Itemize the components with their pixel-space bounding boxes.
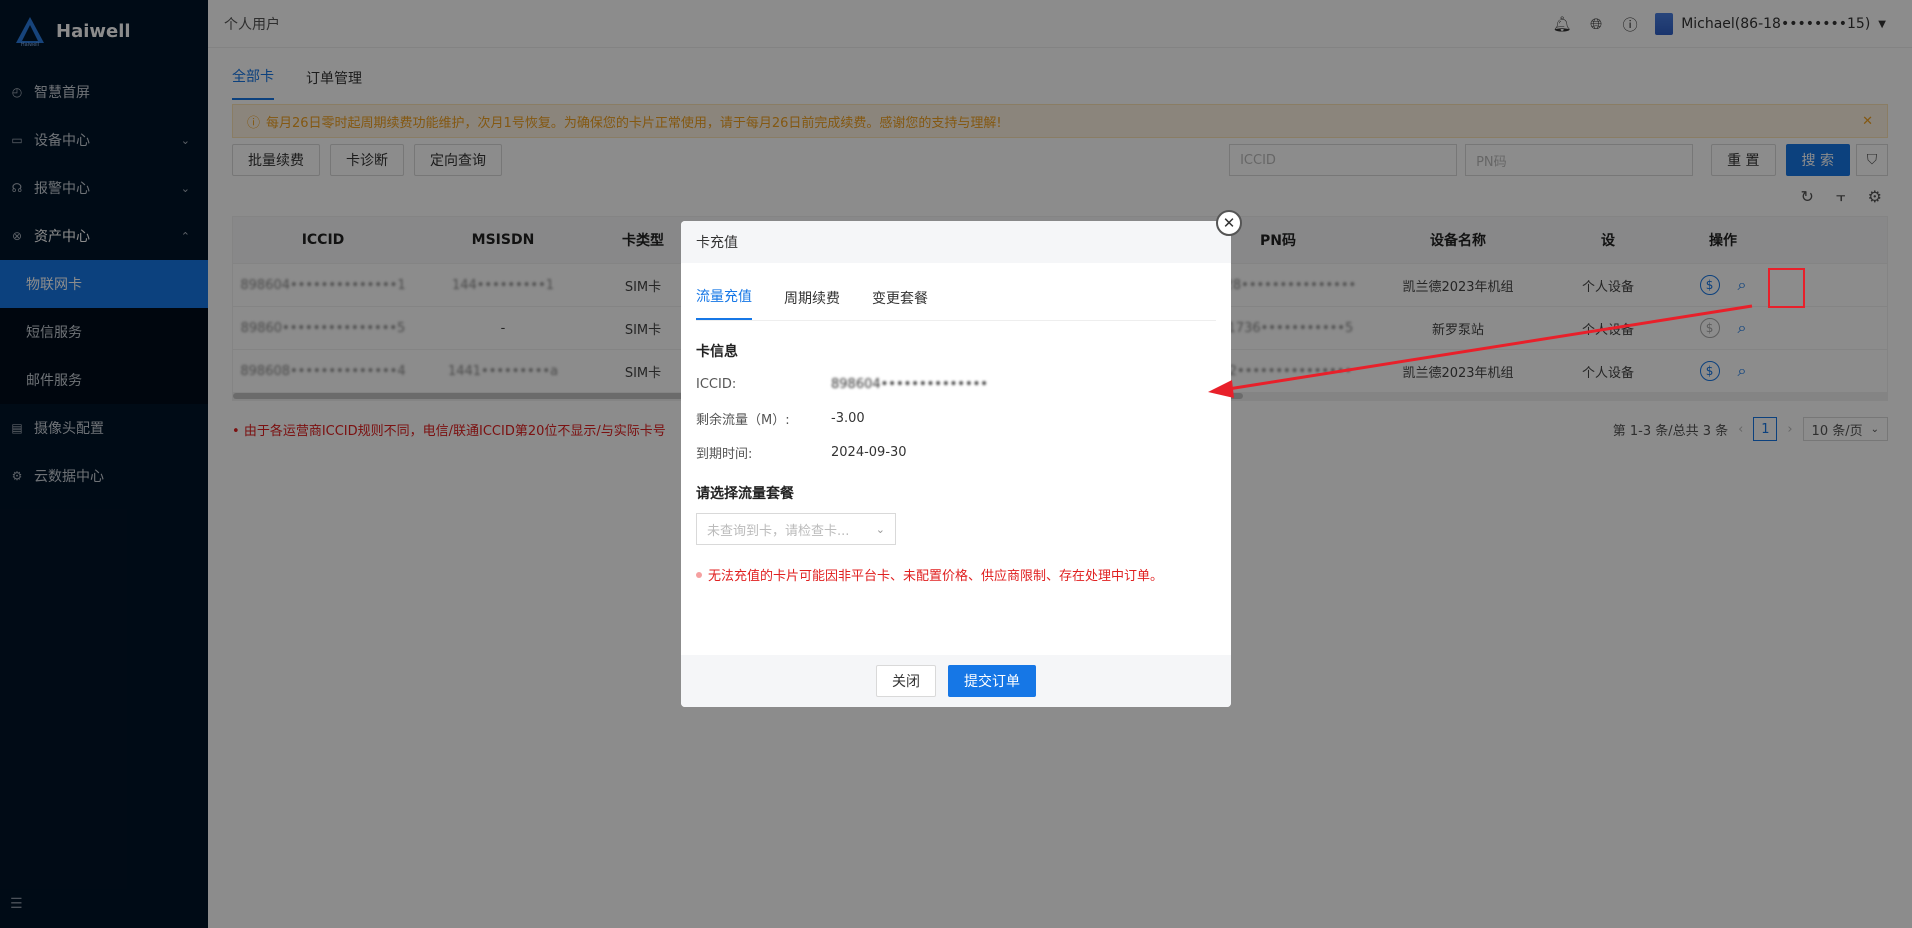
highlight-box bbox=[1768, 268, 1805, 308]
error-dot bbox=[696, 571, 702, 578]
recharge-modal: 卡充值 流量充值 周期续费 变更套餐 卡信息 ICCID: 898604••••… bbox=[681, 221, 1231, 707]
iccid-label: ICCID: bbox=[696, 376, 737, 392]
package-title: 请选择流量套餐 bbox=[696, 486, 794, 502]
modal-title: 卡充值 bbox=[681, 221, 1231, 263]
error-text: 无法充值的卡片可能因非平台卡、未配置价格、供应商限制、存在处理中订单。 bbox=[708, 569, 1164, 584]
remain-label: 剩余流量（M）: bbox=[696, 412, 790, 428]
tab-change-plan[interactable]: 变更套餐 bbox=[872, 288, 928, 320]
submit-order-button[interactable]: 提交订单 bbox=[948, 665, 1036, 697]
expire-value: 2024-09-30 bbox=[831, 444, 907, 460]
package-select[interactable]: 未查询到卡，请检查卡... ⌄ bbox=[696, 513, 896, 545]
card-info-title: 卡信息 bbox=[696, 344, 738, 360]
modal-close-icon[interactable]: ✕ bbox=[1216, 210, 1242, 236]
package-select-placeholder: 未查询到卡，请检查卡... bbox=[707, 523, 850, 539]
modal-tabs: 流量充值 周期续费 变更套餐 bbox=[696, 281, 1216, 321]
remain-value: -3.00 bbox=[831, 410, 865, 426]
kv-expire: 到期时间: 2024-09-30 bbox=[696, 435, 1216, 469]
tab-periodic-renewal[interactable]: 周期续费 bbox=[784, 288, 840, 320]
tab-data-recharge[interactable]: 流量充值 bbox=[696, 286, 752, 320]
recharge-error: 无法充值的卡片可能因非平台卡、未配置价格、供应商限制、存在处理中订单。 bbox=[696, 565, 1216, 584]
chevron-down-icon: ⌄ bbox=[875, 522, 885, 536]
kv-iccid: ICCID: 898604•••••••••••••• bbox=[696, 367, 1216, 401]
expire-label: 到期时间: bbox=[696, 446, 753, 462]
iccid-value: 898604•••••••••••••• bbox=[831, 376, 988, 392]
modal-footer: 关闭 提交订单 bbox=[681, 655, 1231, 707]
close-button[interactable]: 关闭 bbox=[876, 665, 936, 697]
kv-remain: 剩余流量（M）: -3.00 bbox=[696, 401, 1216, 435]
